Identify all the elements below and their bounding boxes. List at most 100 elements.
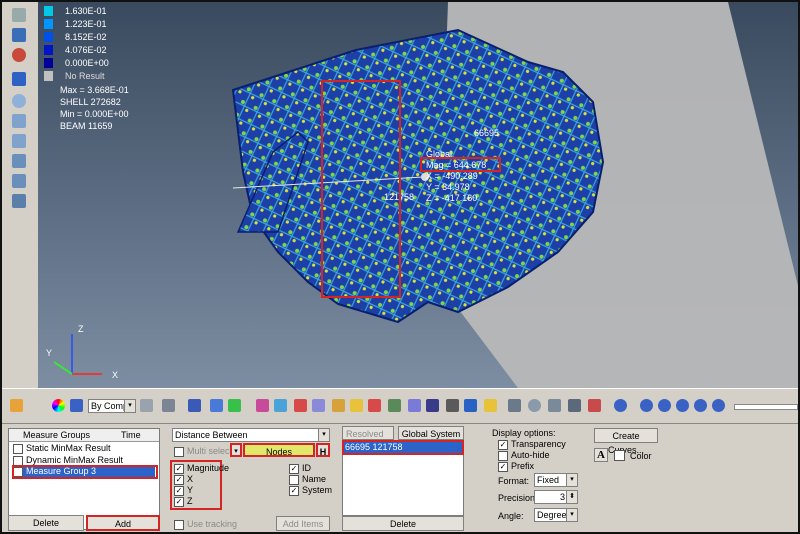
grid-icon[interactable] <box>12 194 26 208</box>
measure-type-select[interactable]: Distance Between ▾ <box>172 428 330 442</box>
colors-icon[interactable] <box>12 48 26 62</box>
tensor-icon[interactable] <box>312 399 325 412</box>
checkbox[interactable]: ✓ <box>289 463 299 474</box>
name-option[interactable]: Name <box>289 474 326 485</box>
precision-label: Precision: <box>498 493 538 503</box>
checkbox[interactable] <box>174 446 184 457</box>
feature-icon[interactable] <box>188 399 201 412</box>
resolved-in-button[interactable]: Resolved in... <box>342 426 394 453</box>
note-icon[interactable] <box>408 399 421 412</box>
app-window: 1.630E-01 1.223E-01 8.152E-02 4.076E-02 … <box>0 0 800 534</box>
checkbox[interactable]: ✓ <box>498 461 508 472</box>
readout-y: Y = 34.978 <box>426 182 470 192</box>
node-label-a: 66695 <box>474 128 500 138</box>
y-option[interactable]: ✓ Y <box>174 485 193 496</box>
resolved-items-list: 66695 121758 <box>342 440 464 516</box>
magnitude-option[interactable]: ✓ Magnitude <box>174 463 229 474</box>
checkbox[interactable]: ✓ <box>174 485 184 496</box>
checkbox[interactable] <box>174 519 184 530</box>
prefix-option[interactable]: ✓ Prefix <box>498 461 534 472</box>
global-system-button[interactable]: Global System <box>398 426 464 440</box>
part-icon[interactable] <box>12 174 26 188</box>
step-back-icon[interactable] <box>658 399 671 412</box>
view-icon[interactable] <box>12 94 26 108</box>
z-option[interactable]: ✓ Z <box>174 496 193 507</box>
section-icon[interactable] <box>332 399 345 412</box>
screenshot-icon[interactable] <box>548 399 561 412</box>
monitor-icon[interactable] <box>12 28 26 42</box>
contour-icon[interactable] <box>256 399 269 412</box>
h-button[interactable]: H <box>316 443 330 457</box>
query-icon[interactable] <box>368 399 381 412</box>
measure-icon[interactable] <box>388 399 401 412</box>
add-group-button[interactable]: Add <box>86 515 160 531</box>
checkbox[interactable] <box>13 443 23 454</box>
graph-icon[interactable] <box>588 399 601 412</box>
delete-resolved-button[interactable]: Delete <box>342 516 464 531</box>
transparent-icon[interactable] <box>210 399 223 412</box>
spinner-icon[interactable]: ⬍ <box>566 491 577 503</box>
checkbox[interactable]: ✓ <box>174 463 184 474</box>
format-select[interactable]: Fixed ▾ <box>534 473 578 487</box>
legend-icon[interactable] <box>568 399 581 412</box>
visibility-icon[interactable] <box>12 114 26 128</box>
curve-icon[interactable] <box>484 399 497 412</box>
precision-value: 3 <box>559 492 565 502</box>
readout-z: Z = -417.160 <box>426 193 478 203</box>
x-option[interactable]: ✓ X <box>174 474 193 485</box>
mask-icon[interactable] <box>12 134 26 148</box>
animation-mode-icon[interactable] <box>614 399 627 412</box>
tracing-icon[interactable] <box>350 399 363 412</box>
auto-hide-option[interactable]: Auto-hide <box>498 450 550 461</box>
cut-icon[interactable] <box>508 399 521 412</box>
axis-x-label: X <box>112 370 119 380</box>
add-items-button[interactable]: Add Items <box>276 516 330 531</box>
mesh-icon[interactable] <box>140 399 153 412</box>
checkbox[interactable]: ✓ <box>174 496 184 507</box>
create-curves-button[interactable]: Create Curves... <box>594 428 658 455</box>
entity-dropdown-button[interactable]: ▾ <box>230 443 242 457</box>
group-icon[interactable] <box>12 154 26 168</box>
vector-icon[interactable] <box>274 399 287 412</box>
deformed-icon[interactable] <box>294 399 307 412</box>
tracking-icon[interactable] <box>464 399 477 412</box>
checkbox[interactable]: ✓ <box>498 439 508 450</box>
delete-group-button[interactable]: Delete <box>8 515 84 531</box>
use-tracking-option[interactable]: Use tracking <box>174 519 237 530</box>
multi-select-option[interactable]: Multi select <box>174 446 232 457</box>
checkbox[interactable]: ✓ <box>289 485 299 496</box>
system-option[interactable]: ✓ System <box>289 485 332 496</box>
shaded-icon[interactable] <box>162 399 175 412</box>
left-toolbar <box>2 2 39 388</box>
chevron-down-icon: ▾ <box>566 509 577 521</box>
last-frame-icon[interactable] <box>712 399 725 412</box>
result-stats: Max = 3.668E-01 SHELL 272682 Min = 0.000… <box>60 84 129 132</box>
step-forward-icon[interactable] <box>694 399 707 412</box>
color-by-select[interactable]: By Comp ▾ <box>88 399 136 413</box>
table-icon[interactable] <box>426 399 439 412</box>
checkbox[interactable] <box>289 474 299 485</box>
pause-icon[interactable] <box>676 399 689 412</box>
graphics-viewport[interactable]: 1.630E-01 1.223E-01 8.152E-02 4.076E-02 … <box>38 2 798 388</box>
color-swatch[interactable] <box>614 450 625 461</box>
chevron-down-icon: ▾ <box>318 429 329 441</box>
precision-stepper[interactable]: 3 ⬍ <box>534 490 578 504</box>
animation-slider[interactable] <box>734 404 798 410</box>
checkbox[interactable] <box>498 450 508 461</box>
probe-icon[interactable] <box>446 399 459 412</box>
select-icon[interactable] <box>10 399 23 412</box>
id-option[interactable]: ✓ ID <box>289 463 311 474</box>
checkbox[interactable]: ✓ <box>174 474 184 485</box>
first-frame-icon[interactable] <box>640 399 653 412</box>
color-wheel-icon[interactable] <box>52 399 65 412</box>
layers-icon[interactable] <box>12 72 26 86</box>
green-block-icon[interactable] <box>228 399 241 412</box>
transparency-option[interactable]: ✓ Transparency <box>498 439 566 450</box>
display-icon[interactable] <box>70 399 83 412</box>
comment-icon[interactable] <box>528 399 541 412</box>
nodes-selector[interactable]: Nodes <box>243 443 315 457</box>
angle-select[interactable]: Degrees ▾ <box>534 508 578 522</box>
select-tool-icon[interactable] <box>12 8 26 22</box>
list-item[interactable]: Static MinMax Result <box>13 443 111 454</box>
font-button[interactable]: A <box>594 448 608 462</box>
